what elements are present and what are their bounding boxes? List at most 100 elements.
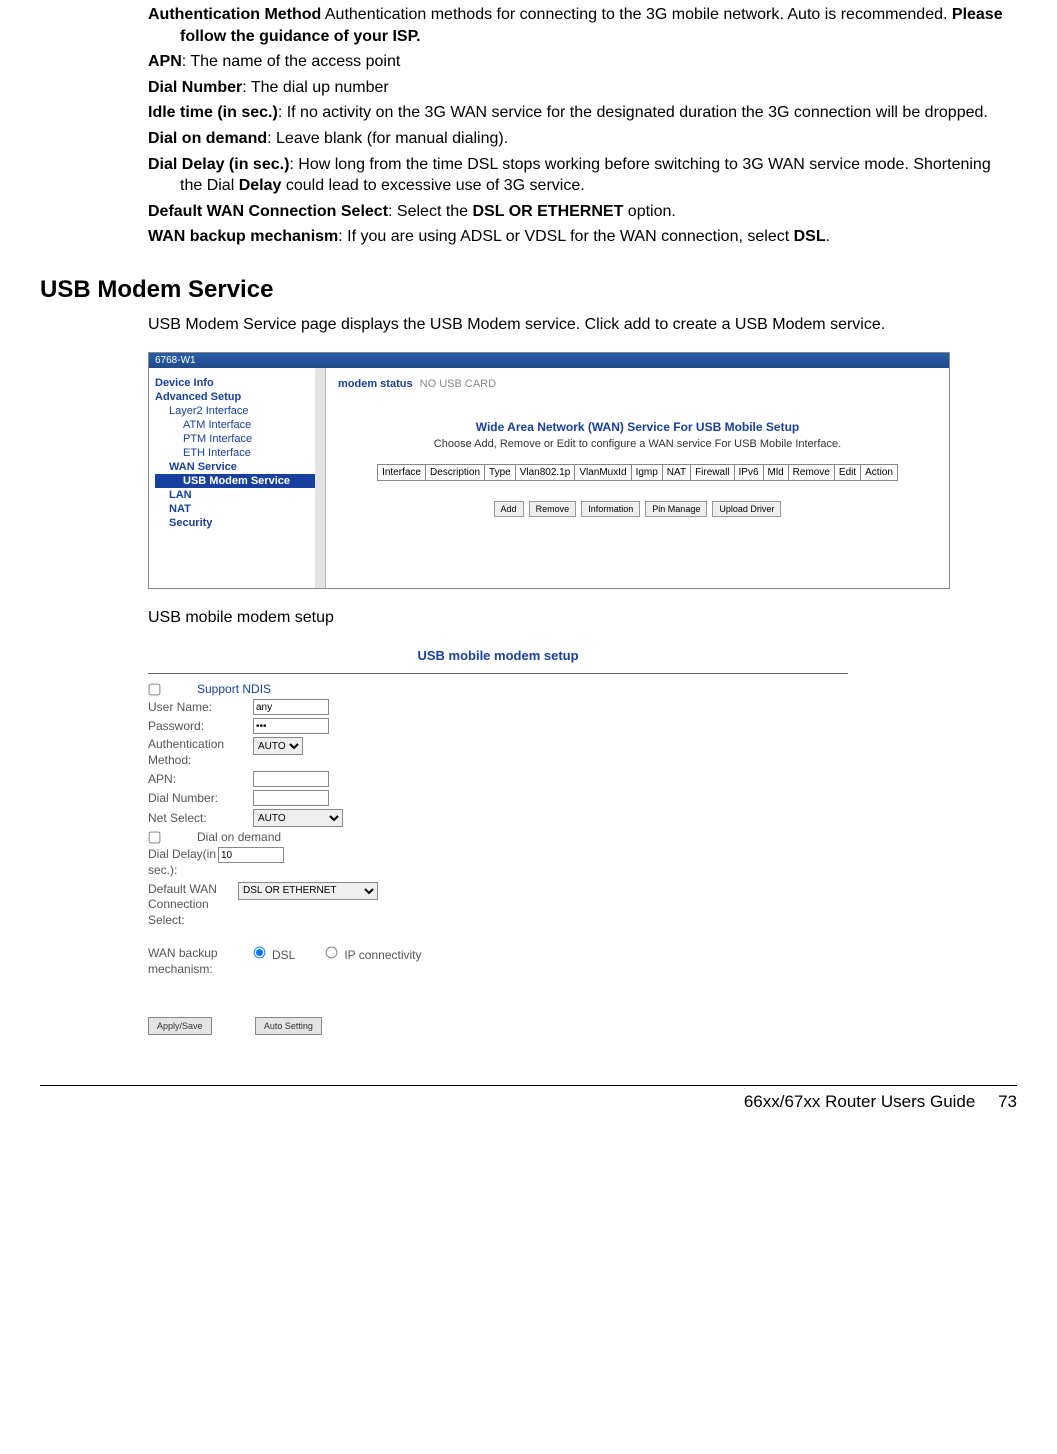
figure-router-admin: 6768-W1 Device Info Advanced Setup Layer… [148, 352, 950, 589]
nav-wan-service[interactable]: WAN Service [155, 460, 325, 474]
wan-service-table: Interface Description Type Vlan802.1p Vl… [377, 464, 898, 481]
main-panel: modem status NO USB CARD Wide Area Netwo… [326, 368, 949, 588]
nav-usb-modem-service[interactable]: USB Modem Service [155, 474, 325, 488]
wan-backup-label: WAN backup mechanism: [148, 946, 253, 977]
dial-on-demand-checkbox[interactable] [149, 831, 161, 843]
footer-guide: 66xx/67xx Router Users Guide [744, 1092, 976, 1111]
row-dial-on-demand: Dial on demand [148, 830, 848, 844]
nav-atm[interactable]: ATM Interface [155, 418, 325, 432]
row-dial-delay: Dial Delay(in sec.): [148, 847, 848, 878]
add-button[interactable]: Add [494, 501, 524, 517]
divider [148, 673, 848, 674]
auth-method-label: Authentication Method: [148, 737, 253, 768]
def-text: : The dial up number [242, 79, 388, 96]
row-support-ndis: Support NDIS [148, 682, 848, 696]
def-text: option. [623, 203, 675, 220]
footer-page-number: 73 [998, 1092, 1017, 1111]
form-title: USB mobile modem setup [148, 648, 848, 663]
apply-save-button[interactable]: Apply/Save [148, 1017, 212, 1035]
button-row: Add Remove Information Pin Manage Upload… [338, 501, 937, 517]
auth-method-select[interactable]: AUTO [253, 737, 303, 755]
default-wan-select[interactable]: DSL OR ETHERNET [238, 882, 378, 900]
section-paragraph: USB Modem Service page displays the USB … [148, 314, 1017, 336]
pin-manage-button[interactable]: Pin Manage [645, 501, 707, 517]
password-input[interactable] [253, 718, 329, 734]
def-term: APN [148, 53, 182, 70]
radio-dsl-label: DSL [272, 948, 295, 962]
col-igmp: Igmp [631, 464, 662, 480]
def-bold: DSL [794, 228, 826, 245]
row-password: Password: [148, 718, 848, 734]
def-dialdelay: Dial Delay (in sec.): How long from the … [148, 154, 1017, 197]
definition-list: Authentication Method Authentication met… [148, 4, 1017, 248]
nav-ptm[interactable]: PTM Interface [155, 432, 325, 446]
def-term: Idle time (in sec.) [148, 104, 278, 121]
radio-ip[interactable] [326, 947, 338, 959]
row-wan-backup: WAN backup mechanism: DSL IP connectivit… [148, 946, 848, 977]
col-interface: Interface [378, 464, 426, 480]
nav-eth[interactable]: ETH Interface [155, 446, 325, 460]
information-button[interactable]: Information [581, 501, 640, 517]
radio-ip-wrap[interactable]: IP connectivity [325, 946, 421, 962]
page-footer: 66xx/67xx Router Users Guide 73 [40, 1092, 1017, 1112]
apn-label: APN: [148, 772, 253, 786]
row-apn: APN: [148, 771, 848, 787]
row-net-select: Net Select: AUTO [148, 809, 848, 827]
def-term: Dial on demand [148, 130, 267, 147]
col-nat: NAT [662, 464, 690, 480]
net-select[interactable]: AUTO [253, 809, 343, 827]
col-ipv6: IPv6 [734, 464, 763, 480]
def-dialondemand: Dial on demand: Leave blank (for manual … [148, 128, 1017, 150]
nav-lan[interactable]: LAN [155, 488, 325, 502]
def-text: could lead to excessive use of 3G servic… [281, 177, 584, 194]
def-text: . [826, 228, 830, 245]
def-text: : Leave blank (for manual dialing). [267, 130, 508, 147]
support-ndis-checkbox[interactable] [149, 683, 161, 695]
radio-dsl[interactable] [254, 947, 266, 959]
nav-advanced-setup[interactable]: Advanced Setup [155, 390, 325, 404]
def-term: Default WAN Connection Select [148, 203, 388, 220]
def-text: : Select the [388, 203, 473, 220]
username-label: User Name: [148, 700, 253, 714]
def-term: Dial Number [148, 79, 242, 96]
scrollbar[interactable] [315, 368, 325, 588]
upload-driver-button[interactable]: Upload Driver [712, 501, 781, 517]
table-header-row: Interface Description Type Vlan802.1p Vl… [378, 464, 898, 480]
row-auth-method: Authentication Method: AUTO [148, 737, 848, 768]
def-term: Dial Delay (in sec.) [148, 156, 289, 173]
nav-nat[interactable]: NAT [155, 502, 325, 516]
row-default-wan: Default WAN Connection Select: DSL OR ET… [148, 882, 848, 929]
modem-status-value: NO USB CARD [420, 378, 496, 390]
figure-usb-modem-form: USB mobile modem setup Support NDIS User… [148, 648, 848, 1035]
def-defaultwan: Default WAN Connection Select: Select th… [148, 201, 1017, 223]
dial-number-label: Dial Number: [148, 791, 253, 805]
def-term: Authentication Method [148, 6, 321, 23]
window-titlebar: 6768-W1 [149, 353, 949, 368]
figure2-caption: USB mobile modem setup [148, 607, 1017, 629]
support-ndis-label: Support NDIS [197, 682, 271, 696]
nav-security[interactable]: Security [155, 516, 325, 530]
panel-subheading: Choose Add, Remove or Edit to configure … [338, 438, 937, 450]
dial-number-input[interactable] [253, 790, 329, 806]
def-bold: DSL OR ETHERNET [473, 203, 624, 220]
form-buttons: Apply/Save Auto Setting [148, 1017, 848, 1035]
section-heading: USB Modem Service [40, 276, 1017, 304]
remove-button[interactable]: Remove [529, 501, 577, 517]
def-text: : If you are using ADSL or VDSL for the … [338, 228, 793, 245]
dial-delay-input[interactable] [218, 847, 284, 863]
username-input[interactable] [253, 699, 329, 715]
modem-status-label: modem status [338, 378, 413, 390]
dial-on-demand-label: Dial on demand [197, 830, 281, 844]
nav-device-info[interactable]: Device Info [155, 376, 325, 390]
row-username: User Name: [148, 699, 848, 715]
apn-input[interactable] [253, 771, 329, 787]
col-description: Description [425, 464, 484, 480]
radio-dsl-wrap[interactable]: DSL [253, 946, 295, 962]
def-auth: Authentication Method Authentication met… [148, 4, 1017, 47]
nav-layer2[interactable]: Layer2 Interface [155, 404, 325, 418]
col-vlanmuxid: VlanMuxId [575, 464, 631, 480]
default-wan-label: Default WAN Connection Select: [148, 882, 238, 929]
col-edit: Edit [834, 464, 860, 480]
auto-setting-button[interactable]: Auto Setting [255, 1017, 322, 1035]
def-wanbackup: WAN backup mechanism: If you are using A… [148, 226, 1017, 248]
